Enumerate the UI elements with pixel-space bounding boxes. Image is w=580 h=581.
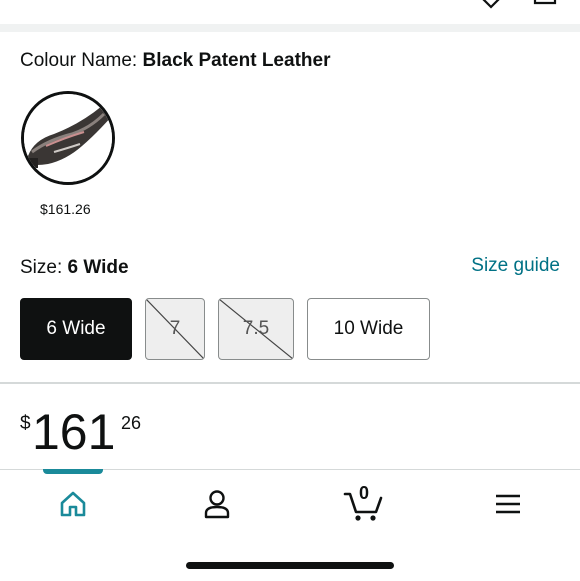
colour-name-label: Colour Name: [20,50,138,71]
wishlist-heart-icon[interactable] [478,0,504,15]
price-currency: $ [20,413,31,434]
top-header-strip [0,0,580,24]
size-option-label: 10 Wide [333,318,404,339]
nav-menu[interactable] [488,484,528,524]
active-tab-indicator [43,469,103,474]
cart-count-badge: 0 [359,483,370,503]
size-row: Size: 6 Wide [20,257,129,279]
size-option-7[interactable]: 7 [145,298,205,360]
section-divider [0,24,580,32]
swatch-price: $161.26 [40,201,91,217]
nav-cart[interactable]: 0 [342,483,386,524]
section-divider [0,382,580,384]
size-guide-link[interactable]: Size guide [471,255,560,277]
size-option-label: 7 [169,318,181,339]
home-icon [60,491,86,517]
nav-account[interactable] [197,484,237,524]
home-indicator-bar[interactable] [186,562,394,569]
size-label: Size: [20,257,63,278]
nav-home[interactable] [53,484,93,524]
colour-name-row: Colour Name: Black Patent Leather [20,50,330,72]
size-option-label: 7.5 [242,318,270,339]
price-whole: 161 [32,404,116,460]
colour-name-value: Black Patent Leather [142,50,331,71]
colour-swatch-black-patent-leather[interactable] [21,91,115,185]
share-icon[interactable] [532,0,558,15]
shoe-image [24,94,112,182]
account-icon [204,490,230,519]
price-fraction: 26 [121,413,142,433]
size-option-6-wide[interactable]: 6 Wide [20,298,132,360]
size-value: 6 Wide [67,257,129,278]
size-option-7-5[interactable]: 7.5 [218,298,294,360]
size-option-10-wide[interactable]: 10 Wide [307,298,430,360]
menu-icon [496,494,520,514]
size-option-label: 6 Wide [46,318,106,339]
